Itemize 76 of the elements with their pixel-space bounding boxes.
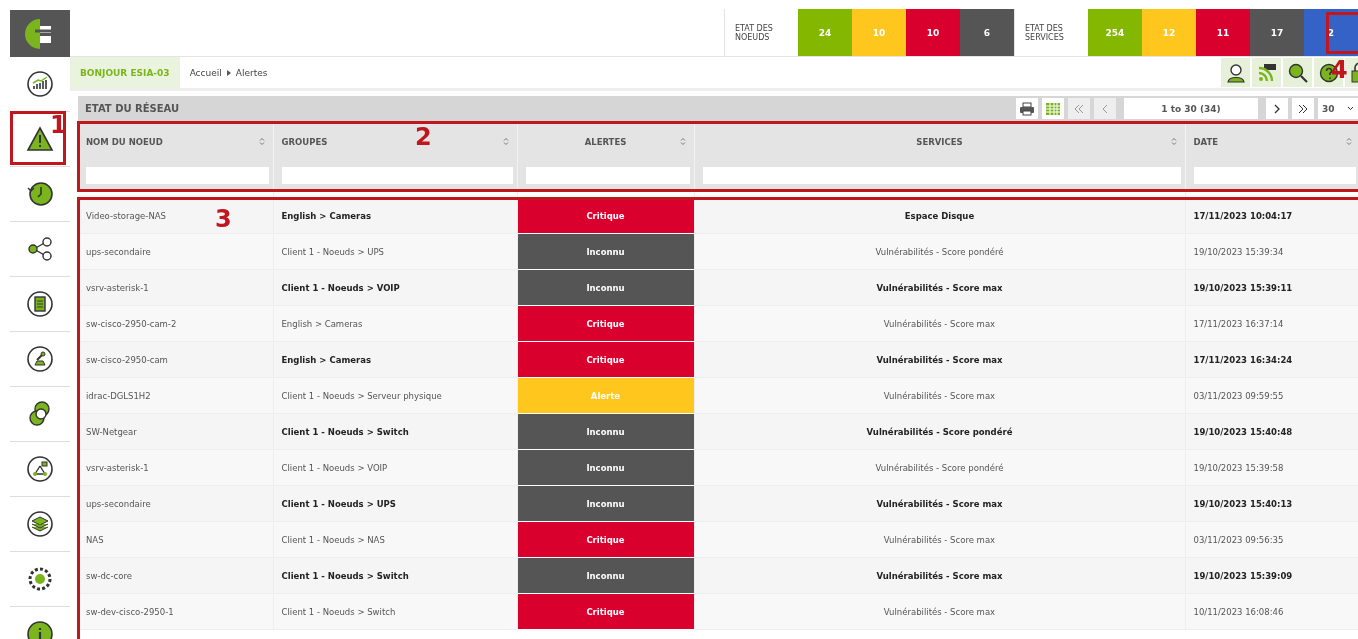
alert-status: Alerte [517, 377, 694, 414]
column-header[interactable]: DATE [1193, 137, 1219, 147]
group-path: Client 1 - Noeuds > VOIP [281, 282, 400, 293]
group-path: Client 1 - Noeuds > Switch [281, 426, 409, 437]
group-path: Client 1 - Noeuds > UPS [281, 246, 384, 257]
node-name[interactable]: Video-storage-NAS [86, 210, 166, 221]
alert-status: Inconnu [517, 233, 694, 270]
alert-status: Inconnu [517, 413, 694, 450]
service-name: Vulnérabilités - Score max [883, 534, 996, 545]
breadcrumb-link[interactable]: Alertes [235, 67, 268, 78]
service-name: Vulnérabilités - Score max [876, 282, 1003, 293]
alert-status: Inconnu [517, 449, 694, 486]
service-name: Vulnérabilités - Score max [876, 498, 1003, 509]
alert-date: 17/11/2023 16:34:24 [1193, 354, 1293, 365]
alert-date: 17/11/2023 10:04:17 [1193, 210, 1293, 221]
group-path: Client 1 - Noeuds > Serveur physique [281, 390, 442, 401]
greeting: BONJOUR ESIA-03 [70, 57, 180, 88]
status-count[interactable]: 17 [1250, 9, 1304, 56]
alert-date: 03/11/2023 09:56:35 [1193, 534, 1284, 545]
alert-date: 10/11/2023 16:08:46 [1193, 606, 1284, 617]
alert-status: Critique [517, 341, 694, 378]
node-name[interactable]: sw-cisco-2950-cam [86, 354, 168, 365]
alert-status: Inconnu [517, 485, 694, 522]
group-path: Client 1 - Noeuds > Switch [281, 606, 396, 617]
alert-date: 19/10/2023 15:39:58 [1193, 462, 1284, 473]
alert-date: 19/10/2023 15:39:09 [1193, 570, 1293, 581]
service-name: Vulnérabilités - Score max [876, 354, 1003, 365]
node-name[interactable]: SW-Netgear [86, 426, 137, 437]
annotation-number: 2 [415, 125, 432, 149]
service-name: Vulnérabilités - Score max [883, 390, 996, 401]
alert-date: 03/11/2023 09:59:55 [1193, 390, 1284, 401]
node-name[interactable]: idrac-DGLS1H2 [86, 390, 151, 401]
group-path: English > Cameras [281, 210, 371, 221]
node-name[interactable]: sw-dc-core [86, 570, 132, 581]
service-name: Vulnérabilités - Score pondéré [866, 426, 1013, 437]
node-name[interactable]: ups-secondaire [86, 498, 151, 509]
service-name: Espace Disque [904, 210, 975, 221]
column-header[interactable]: ALERTES [584, 137, 627, 147]
alert-date: 17/11/2023 16:37:14 [1193, 318, 1284, 329]
status-count[interactable]: 11 [1196, 9, 1250, 56]
alert-status: Critique [517, 593, 694, 630]
group-path: Client 1 - Noeuds > VOIP [281, 462, 388, 473]
node-name[interactable]: vsrv-asterisk-1 [86, 462, 149, 473]
group-path: Client 1 - Noeuds > UPS [281, 498, 396, 509]
alert-date: 19/10/2023 15:39:34 [1193, 246, 1284, 257]
group-path: Client 1 - Noeuds > NAS [281, 534, 385, 545]
alert-status: Inconnu [517, 269, 694, 306]
node-name[interactable]: vsrv-asterisk-1 [86, 282, 149, 293]
breadcrumb-link[interactable]: Accueil [189, 67, 222, 78]
service-name: Vulnérabilités - Score max [876, 570, 1003, 581]
service-name: Vulnérabilités - Score max [883, 606, 996, 617]
alert-date: 19/10/2023 15:40:48 [1193, 426, 1293, 437]
group-path: English > Cameras [281, 318, 363, 329]
status-count[interactable]: 6 [960, 9, 1014, 56]
alert-status: Critique [517, 521, 694, 558]
panel-title: ETAT DU RÉSEAU [85, 103, 180, 114]
page-range: 1 to 30 (34) [1124, 98, 1258, 119]
alert-status: Inconnu [517, 557, 694, 594]
column-header[interactable]: NOM DU NOEUD [86, 137, 163, 147]
status-count[interactable]: 10 [906, 9, 960, 56]
page-size-select[interactable]: 30 [1318, 98, 1358, 119]
node-name[interactable]: sw-dev-cisco-2950-1 [86, 606, 174, 617]
alert-date: 19/10/2023 15:40:13 [1193, 498, 1293, 509]
service-name: Vulnérabilités - Score pondéré [875, 462, 1004, 473]
node-name[interactable]: sw-cisco-2950-cam-2 [86, 318, 177, 329]
column-header[interactable]: SERVICES [916, 137, 963, 147]
column-header[interactable]: GROUPES [281, 137, 328, 147]
node-name[interactable]: ups-secondaire [86, 246, 151, 257]
annotation-number: 3 [215, 207, 232, 231]
alert-status: Critique [517, 305, 694, 342]
group-path: Client 1 - Noeuds > Switch [281, 570, 409, 581]
service-name: Vulnérabilités - Score max [883, 318, 996, 329]
group-path: English > Cameras [281, 354, 371, 365]
node-name[interactable]: NAS [86, 534, 104, 545]
alert-date: 19/10/2023 15:39:11 [1193, 282, 1293, 293]
service-name: Vulnérabilités - Score pondéré [875, 246, 1004, 257]
